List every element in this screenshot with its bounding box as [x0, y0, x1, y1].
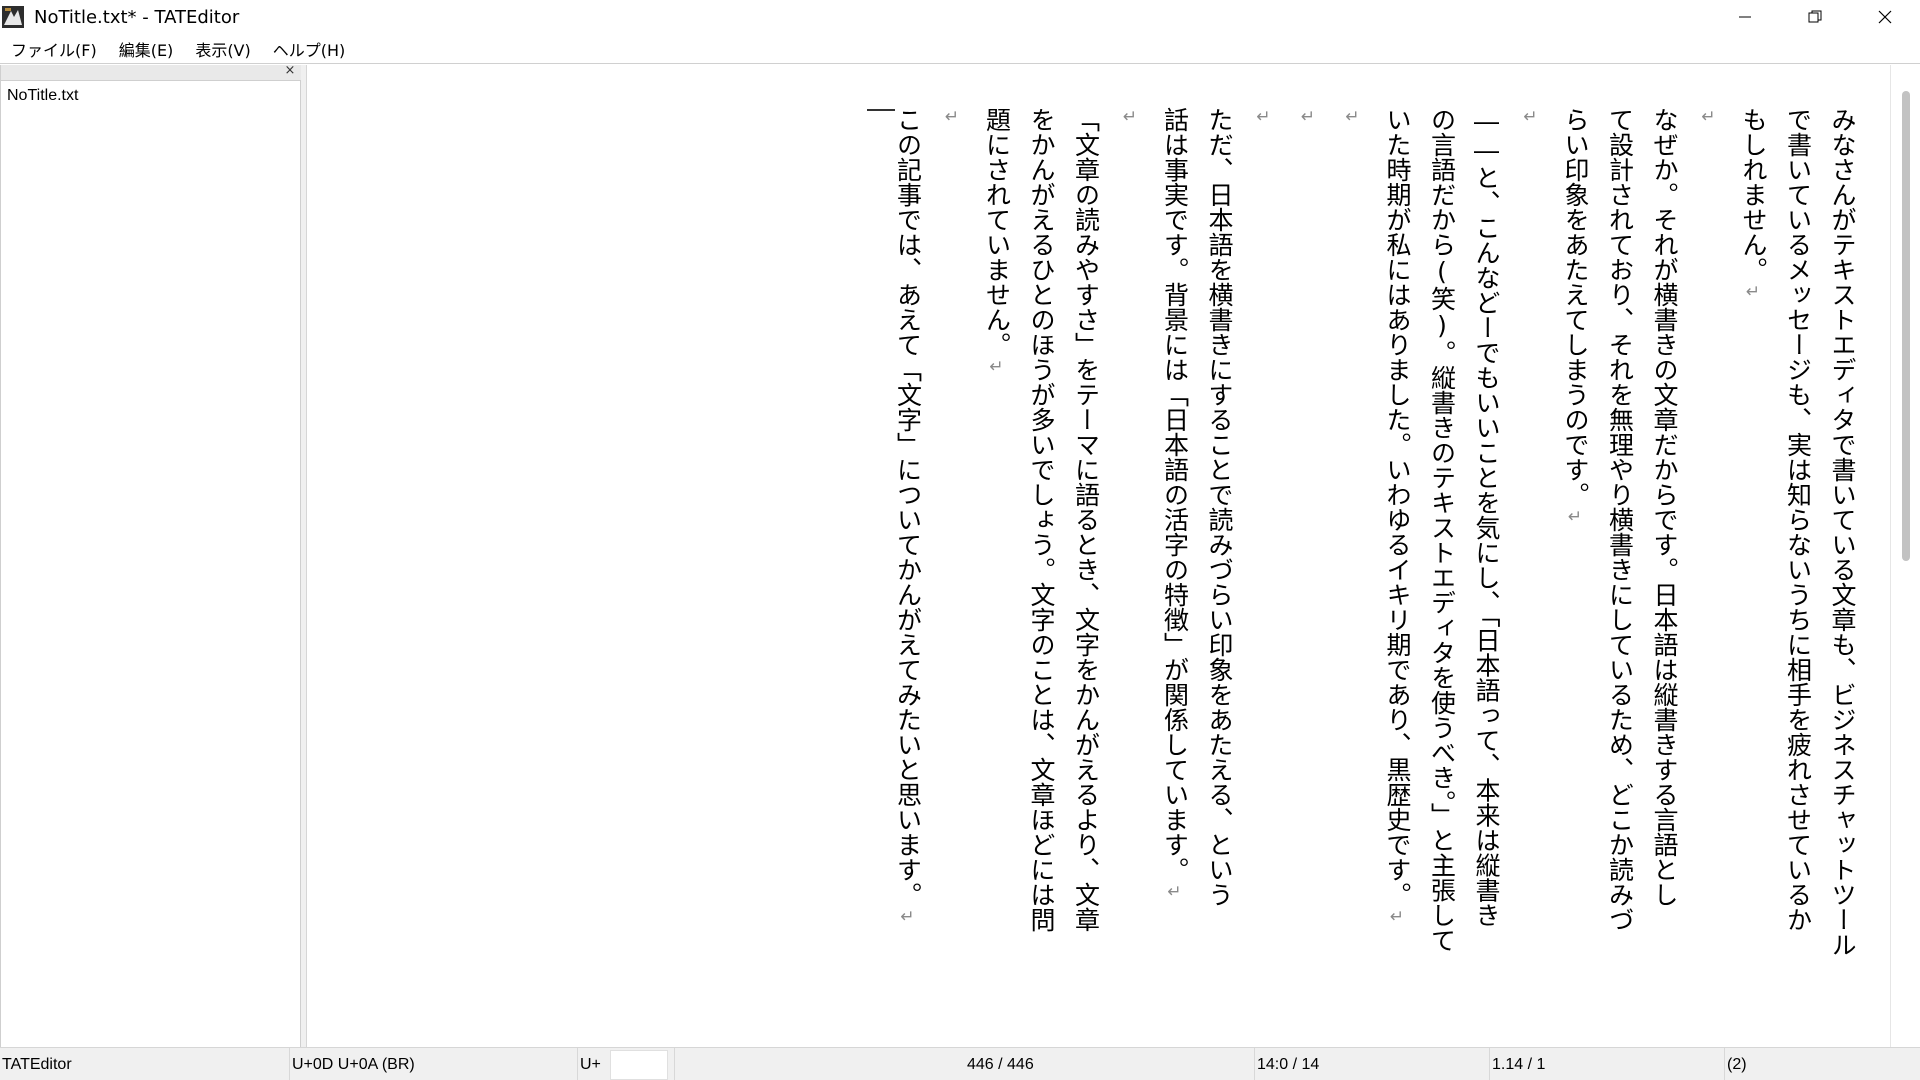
restore-button[interactable] — [1780, 0, 1850, 34]
text-line[interactable]: て設計されており、それを無理やり横書きにしているため、どこか読みづ — [1591, 107, 1635, 1007]
text-line[interactable]: ↵ — [1324, 107, 1368, 1007]
line-text: の言語だから(笑)。縦書きのテキストエディタを使うべき。」と主張して — [1427, 107, 1457, 953]
minimize-button[interactable] — [1710, 0, 1780, 34]
app-icon — [0, 4, 26, 30]
text-line[interactable]: 「文章の読みやすさ」をテーマに語るとき、文字をかんがえるより、文章 — [1057, 107, 1101, 1007]
line-text: ただ、日本語を横書きにすることで読みづらい印象をあたえる、という — [1205, 107, 1234, 907]
newline-mark-icon: ↵ — [1253, 107, 1274, 127]
menu-edit[interactable]: 編集(E) — [108, 34, 185, 64]
status-extra: (2) — [1727, 1055, 1747, 1073]
text-line[interactable]: ↵ — [1502, 107, 1546, 1007]
status-position: 14:0 / 14 — [1255, 1048, 1490, 1080]
line-text: いた時期が私にはありました。いわゆるイキリ期であり、黒歴史です。 — [1383, 107, 1412, 907]
menu-file[interactable]: ファイル(F) — [0, 34, 108, 64]
line-text: をかんがえるひとのほうが多いでしょう。文字のことは、文章ほどには問 — [1027, 107, 1056, 932]
window-title: NoTitle.txt* - TATEditor — [34, 6, 240, 28]
line-text: らい印象をあたえてしまうのです。 — [1561, 107, 1590, 507]
newline-mark-icon: ↵ — [1520, 107, 1541, 127]
text-line[interactable]: この記事では、あえて「文字」についてかんがえてみたいと思います。↵ — [879, 107, 923, 1007]
line-text: 題にされていません。 — [982, 107, 1012, 357]
line-text: この記事では、あえて「文字」についてかんがえてみたいと思います。 — [893, 107, 923, 907]
line-text: みなさんがテキストエディタで書いている文章も、ビジネスチャットツール — [1828, 107, 1857, 957]
text-line[interactable]: の言語だから(笑)。縦書きのテキストエディタを使うべき。」と主張して — [1413, 107, 1457, 1007]
text-line[interactable]: 話は事実です。背景には「日本語の活字の特徴」が関係しています。↵ — [1146, 107, 1190, 1007]
text-line[interactable]: もしれません。↵ — [1724, 107, 1768, 1007]
close-button[interactable] — [1850, 0, 1920, 34]
unicode-input-box[interactable] — [610, 1050, 668, 1080]
line-text: なぜか。それが横書きの文章だからです。日本語は縦書きする言語とし — [1650, 107, 1679, 907]
newline-mark-icon: ↵ — [1298, 107, 1318, 127]
text-line[interactable]: で書いているメッセージも、実は知らないうちに相手を疲れさせているか — [1769, 107, 1813, 1007]
text-line[interactable]: 題にされていません。↵ — [968, 107, 1012, 1007]
line-text: て設計されており、それを無理やり横書きにしているため、どこか読みづ — [1605, 107, 1635, 932]
vertical-text-editor[interactable]: みなさんがテキストエディタで書いている文章も、ビジネスチャットツール で書いている… — [307, 65, 1890, 1047]
caret — [867, 109, 895, 111]
menu-bar: ファイル(F) 編集(E) 表示(V) ヘルプ(H) — [0, 34, 1920, 64]
newline-mark-icon: ↵ — [1120, 107, 1140, 127]
text-line[interactable]: をかんがえるひとのほうが多いでしょう。文字のことは、文章ほどには問 — [1012, 107, 1056, 1007]
newline-mark-icon: ↵ — [942, 107, 962, 127]
close-icon — [1878, 10, 1892, 24]
status-char-code: U+0D U+0A (BR) — [290, 1048, 578, 1080]
newline-mark-icon: ↵ — [1743, 282, 1763, 302]
text-line[interactable]: ただ、日本語を横書きにすることで読みづらい印象をあたえる、という — [1190, 107, 1234, 1007]
text-line[interactable]: らい印象をあたえてしまうのです。↵ — [1546, 107, 1590, 1007]
menu-help[interactable]: ヘルプ(H) — [262, 34, 357, 64]
file-pane: × NoTitle.txt — [0, 63, 301, 1047]
line-text: で書いているメッセージも、実は知らないうちに相手を疲れさせているか — [1783, 107, 1813, 932]
newline-mark-icon: ↵ — [986, 357, 1007, 377]
line-text: 話は事実です。背景には「日本語の活字の特徴」が関係しています。 — [1160, 107, 1190, 882]
line-text: 「文章の読みやすさ」をテーマに語るとき、文字をかんがえるより、文章 — [1071, 107, 1101, 932]
text-area[interactable]: みなさんがテキストエディタで書いている文章も、ビジネスチャットツール で書いている… — [307, 107, 1879, 1007]
line-text: もしれません。 — [1739, 107, 1768, 282]
status-bar: TATEditor U+0D U+0A (BR) U+ 446 / 446 14… — [0, 1047, 1920, 1080]
text-line[interactable]: なぜか。それが横書きの文章だからです。日本語は縦書きする言語とし — [1635, 107, 1679, 1007]
newline-mark-icon: ↵ — [897, 907, 918, 927]
text-line[interactable]: ↵ — [1680, 107, 1724, 1007]
newline-mark-icon: ↵ — [1698, 107, 1719, 127]
file-pane-header: × — [1, 63, 301, 81]
newline-mark-icon: ↵ — [1565, 507, 1585, 527]
status-char-count: 446 / 446 — [965, 1048, 1255, 1080]
status-app-name: TATEditor — [0, 1048, 290, 1080]
newline-mark-icon: ↵ — [1342, 107, 1363, 127]
file-item-notitle[interactable]: NoTitle.txt — [7, 87, 78, 105]
text-line[interactable]: いた時期が私にはありました。いわゆるイキリ期であり、黒歴史です。↵ — [1368, 107, 1412, 1007]
line-text: ――と、こんなどーでもいいことを気にし、「日本語って、本来は縦書き — [1472, 107, 1501, 928]
text-line[interactable]: ↵ — [923, 107, 967, 1007]
restore-icon — [1808, 10, 1822, 23]
newline-mark-icon: ↵ — [1164, 882, 1185, 902]
text-line[interactable]: みなさんがテキストエディタで書いている文章も、ビジネスチャットツール — [1813, 107, 1857, 1007]
pane-close-icon[interactable]: × — [283, 63, 297, 79]
status-spacer — [675, 1048, 965, 1080]
text-line[interactable]: ――と、こんなどーでもいいことを気にし、「日本語って、本来は縦書き — [1457, 107, 1501, 1007]
status-zoom: 1.14 / 1 — [1490, 1048, 1725, 1080]
scrollbar-thumb[interactable] — [1902, 91, 1910, 561]
status-unicode-prefix: U+ — [580, 1055, 601, 1073]
text-line[interactable]: ↵ — [1101, 107, 1145, 1007]
menu-view[interactable]: 表示(V) — [184, 34, 261, 64]
window-controls — [1710, 0, 1920, 34]
title-bar: NoTitle.txt* - TATEditor — [0, 0, 1920, 34]
vertical-scrollbar[interactable] — [1890, 65, 1920, 1047]
newline-mark-icon: ↵ — [1387, 907, 1407, 927]
minimize-icon — [1739, 16, 1751, 18]
text-line[interactable]: ↵ — [1235, 107, 1279, 1007]
text-line[interactable]: ↵ — [1279, 107, 1323, 1007]
